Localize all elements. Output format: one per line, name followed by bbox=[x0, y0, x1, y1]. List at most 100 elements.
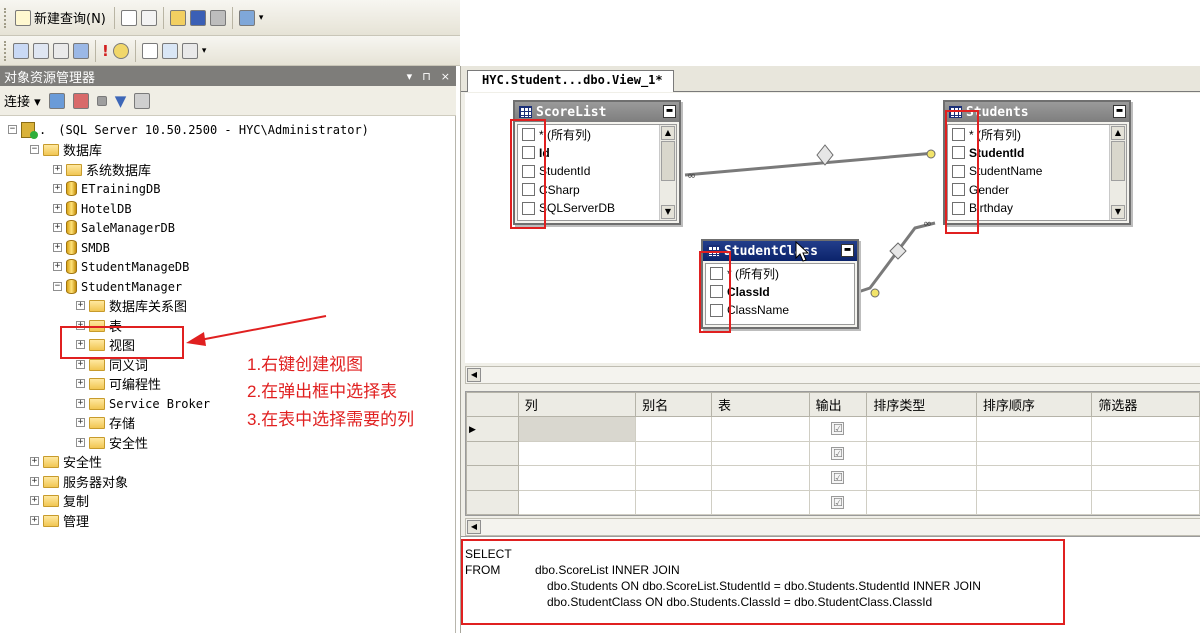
minimize-icon[interactable]: ▬ bbox=[841, 244, 854, 257]
criteria-cell[interactable] bbox=[975, 440, 1093, 466]
criteria-cell[interactable] bbox=[635, 416, 712, 442]
criteria-cell[interactable] bbox=[1091, 416, 1200, 442]
tree-item-system-databases[interactable]: + 系统数据库 bbox=[53, 160, 151, 179]
criteria-pane[interactable]: 列 别名 表 输出 排序类型 排序顺序 筛选器 ▶ ☑ ☑ ☑ ☑ bbox=[465, 391, 1200, 516]
collapse-icon[interactable]: − bbox=[53, 282, 62, 291]
expand-icon[interactable]: + bbox=[30, 496, 39, 505]
output-cell[interactable]: ☑ bbox=[808, 440, 868, 466]
criteria-cell[interactable] bbox=[975, 465, 1093, 491]
tree-item-studentmanagedb[interactable]: + StudentManageDB bbox=[53, 257, 189, 276]
column-list-scrollbar[interactable]: ▲ ▼ bbox=[659, 125, 676, 220]
criteria-row[interactable]: ☑ bbox=[466, 440, 1200, 466]
refresh-icon[interactable] bbox=[134, 92, 151, 109]
verify-sql-icon[interactable] bbox=[112, 42, 129, 59]
criteria-cell[interactable] bbox=[866, 440, 977, 466]
toolbar-overflow-icon[interactable]: ▾ bbox=[259, 13, 264, 23]
criteria-cell[interactable] bbox=[866, 465, 977, 491]
open-folder-icon[interactable] bbox=[169, 9, 186, 26]
show-diagram-pane-icon[interactable] bbox=[13, 42, 29, 59]
show-results-pane-icon[interactable] bbox=[73, 42, 89, 59]
collapse-icon[interactable]: − bbox=[30, 145, 39, 154]
print-icon[interactable] bbox=[209, 9, 226, 26]
tree-item-server-objects[interactable]: + 服务器对象 bbox=[30, 472, 128, 491]
diagram-hscrollbar[interactable]: ◀ bbox=[465, 366, 1200, 384]
add-group-by-icon[interactable] bbox=[141, 42, 158, 59]
show-criteria-pane-icon[interactable] bbox=[33, 42, 49, 59]
criteria-cell[interactable] bbox=[517, 416, 637, 442]
server-node[interactable]: − . (SQL Server 10.50.2500 - HYC\Adminis… bbox=[8, 120, 369, 139]
tree-item-studentmanager[interactable]: − StudentManager bbox=[53, 277, 182, 296]
tree-item-databases[interactable]: − 数据库 bbox=[30, 140, 102, 159]
disconnect-icon[interactable] bbox=[72, 92, 89, 109]
tree-item-hoteldb[interactable]: + HotelDB bbox=[53, 199, 132, 218]
column-header-column[interactable]: 列 bbox=[517, 392, 637, 417]
expand-icon[interactable]: + bbox=[53, 243, 62, 252]
output-checkbox[interactable]: ☑ bbox=[831, 422, 845, 436]
criteria-cell[interactable] bbox=[517, 440, 637, 466]
toolbar-grip[interactable] bbox=[4, 7, 7, 28]
output-checkbox[interactable]: ☑ bbox=[831, 471, 845, 485]
toolbar-overflow-icon[interactable]: ▾ bbox=[202, 46, 207, 56]
filter-icon[interactable]: ▼ bbox=[115, 92, 127, 110]
tree-item-smdb[interactable]: + SMDB bbox=[53, 238, 110, 257]
expand-icon[interactable]: + bbox=[76, 438, 85, 447]
criteria-cell[interactable] bbox=[1091, 465, 1200, 491]
criteria-cell[interactable] bbox=[710, 489, 810, 515]
criteria-cell[interactable] bbox=[975, 489, 1093, 515]
criteria-cell[interactable] bbox=[710, 416, 810, 442]
criteria-cell[interactable] bbox=[517, 489, 637, 515]
criteria-row[interactable]: ☑ bbox=[466, 489, 1200, 515]
criteria-cell[interactable] bbox=[866, 489, 977, 515]
connect-object-explorer-icon[interactable] bbox=[48, 92, 65, 109]
expand-icon[interactable]: + bbox=[30, 477, 39, 486]
criteria-cell[interactable] bbox=[1091, 489, 1200, 515]
output-cell[interactable]: ☑ bbox=[808, 489, 868, 515]
expand-icon[interactable]: + bbox=[76, 360, 85, 369]
expand-icon[interactable]: + bbox=[30, 516, 39, 525]
output-cell[interactable]: ☑ bbox=[808, 416, 868, 442]
expand-icon[interactable]: + bbox=[53, 184, 62, 193]
criteria-hscrollbar[interactable]: ◀ bbox=[465, 518, 1200, 536]
expand-icon[interactable]: + bbox=[76, 399, 85, 408]
expand-icon[interactable]: + bbox=[76, 418, 85, 427]
column-header-filter[interactable]: 筛选器 bbox=[1091, 392, 1200, 417]
tree-item-etrainingdb[interactable]: + ETrainingDB bbox=[53, 179, 160, 198]
criteria-cell[interactable] bbox=[517, 465, 637, 491]
row-selector[interactable]: ▶ bbox=[466, 416, 519, 442]
tree-item-service-broker[interactable]: + Service Broker bbox=[76, 394, 210, 413]
output-checkbox[interactable]: ☑ bbox=[831, 495, 845, 509]
tree-item-management[interactable]: + 管理 bbox=[30, 511, 89, 530]
connect-button[interactable]: 连接 ▾ bbox=[4, 91, 41, 110]
column-list-scrollbar[interactable]: ▲ ▼ bbox=[1109, 125, 1126, 220]
close-icon[interactable]: × bbox=[441, 70, 450, 83]
criteria-cell[interactable] bbox=[975, 416, 1093, 442]
column-header-sort-type[interactable]: 排序类型 bbox=[866, 392, 977, 417]
expand-icon[interactable]: + bbox=[30, 457, 39, 466]
diagram-pane[interactable]: ∞ ∞ ScoreList ▬ * (所有列) Id StudentId CSh… bbox=[465, 93, 1200, 363]
expand-icon[interactable]: + bbox=[53, 165, 62, 174]
output-checkbox[interactable]: ☑ bbox=[831, 446, 845, 460]
new-query-button[interactable]: 新建查询(N) bbox=[13, 7, 108, 29]
criteria-cell[interactable] bbox=[635, 465, 712, 491]
stop-icon[interactable] bbox=[96, 95, 107, 106]
column-header-alias[interactable]: 别名 bbox=[635, 392, 712, 417]
tree-item-salemanagerdb[interactable]: + SaleManagerDB bbox=[53, 218, 175, 237]
expand-icon[interactable]: + bbox=[76, 301, 85, 310]
criteria-cell[interactable] bbox=[710, 440, 810, 466]
window-position-icon[interactable]: ▾ bbox=[407, 70, 413, 83]
expand-icon[interactable]: + bbox=[53, 223, 62, 232]
tree-item-security[interactable]: + 安全性 bbox=[30, 452, 102, 471]
add-table-icon[interactable] bbox=[161, 42, 178, 59]
tree-item-replication[interactable]: + 复制 bbox=[30, 491, 89, 510]
row-selector[interactable] bbox=[466, 440, 519, 466]
column-header-sort-order[interactable]: 排序顺序 bbox=[975, 392, 1093, 417]
criteria-cell[interactable] bbox=[710, 465, 810, 491]
toolbar-grip[interactable] bbox=[4, 40, 7, 61]
column-header-output[interactable]: 输出 bbox=[808, 392, 868, 417]
minimize-icon[interactable]: ▬ bbox=[663, 105, 676, 118]
expand-icon[interactable]: + bbox=[76, 379, 85, 388]
tab-view-1[interactable]: HYC.Student...dbo.View_1* bbox=[467, 70, 674, 92]
criteria-cell[interactable] bbox=[635, 489, 712, 515]
expand-icon[interactable]: + bbox=[53, 262, 62, 271]
show-sql-pane-icon[interactable] bbox=[53, 42, 69, 59]
